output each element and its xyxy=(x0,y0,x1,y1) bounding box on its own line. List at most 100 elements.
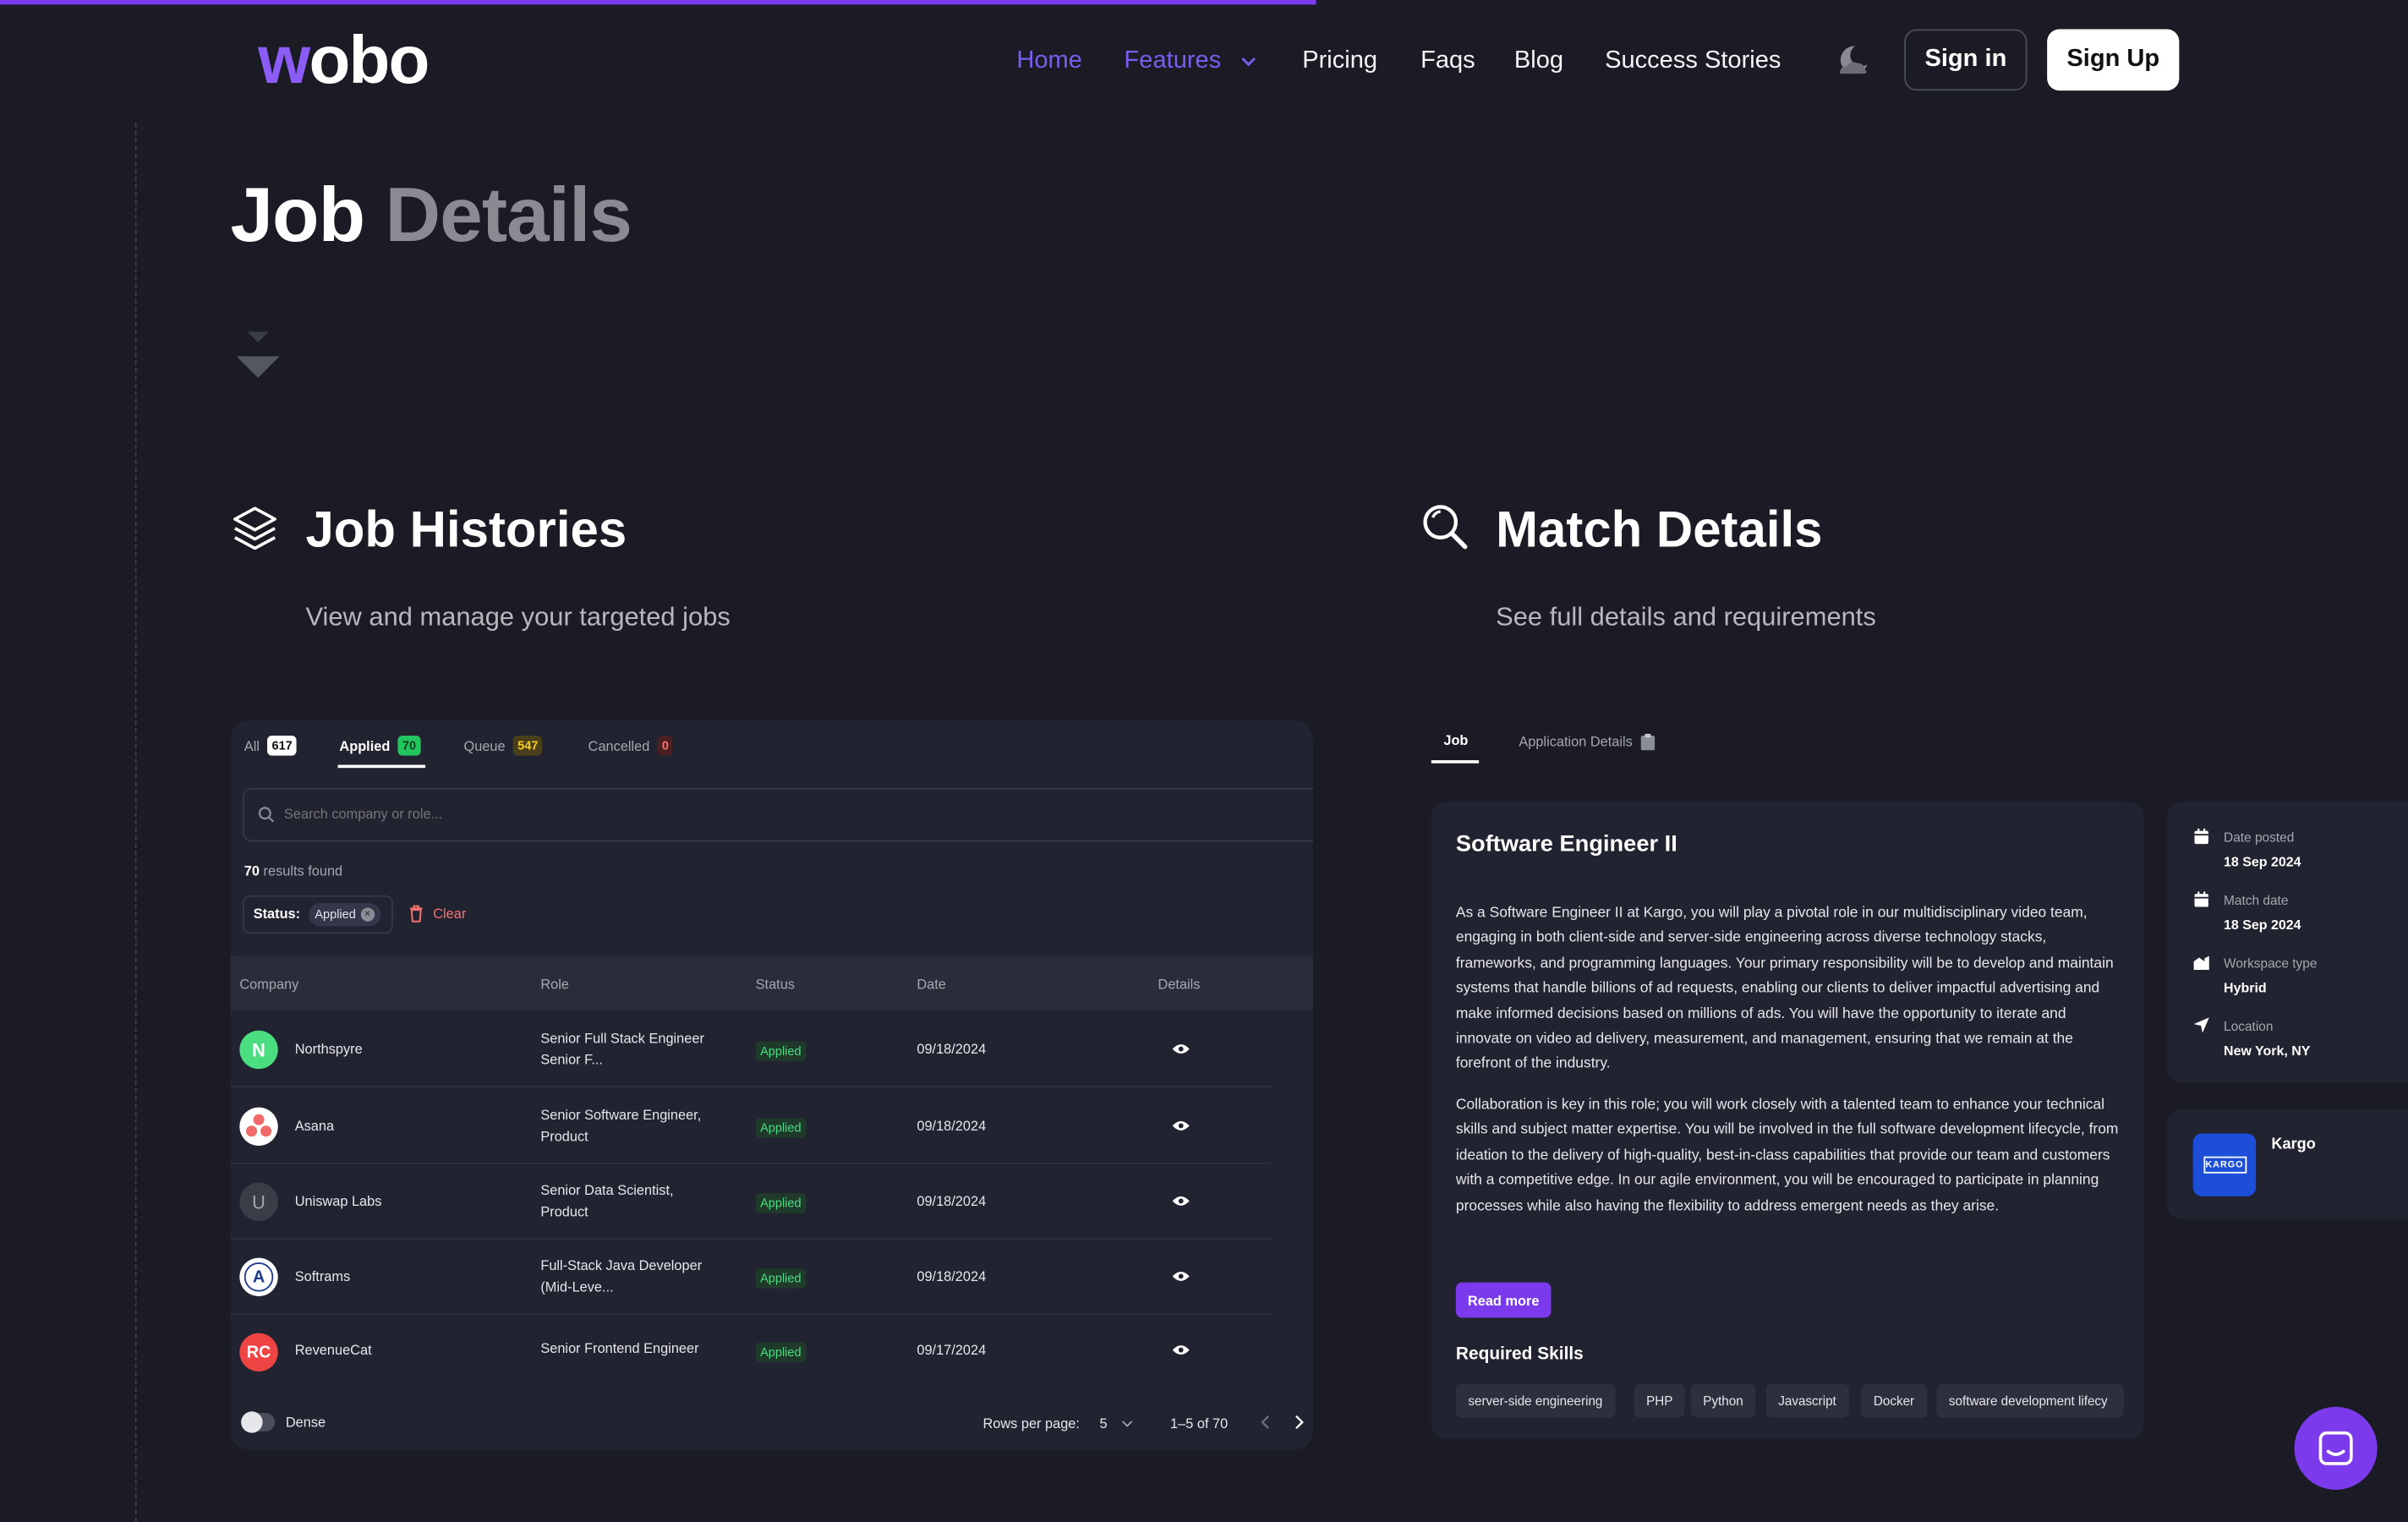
skill-chip: PHP xyxy=(1634,1383,1685,1418)
chevron-down-icon[interactable] xyxy=(1238,52,1259,71)
match-details-title: Match Details xyxy=(1496,501,1823,558)
eye-icon[interactable] xyxy=(1172,1268,1190,1284)
date-text: 09/17/2024 xyxy=(917,1342,987,1358)
kargo-logo: KARGO xyxy=(2192,1133,2257,1196)
column-company[interactable]: Company xyxy=(239,977,298,992)
tab-queue[interactable]: Queue 547 xyxy=(464,736,543,756)
search-input[interactable] xyxy=(284,798,745,829)
status-badge: Applied xyxy=(755,1118,807,1138)
role-line: (Mid-Leve... xyxy=(540,1279,614,1295)
tab-label: Cancelled xyxy=(588,737,650,753)
scroll-down-arrow-icon[interactable] xyxy=(233,329,282,381)
table-row[interactable]: U Uniswap Labs Senior Data Scientist, Pro… xyxy=(230,1164,1272,1240)
asana-dots-icon xyxy=(245,1114,272,1137)
role-line: Senior Software Engineer, xyxy=(540,1107,702,1123)
nav-features[interactable]: Features xyxy=(1125,46,1222,76)
chat-launcher-button[interactable] xyxy=(2294,1406,2378,1490)
role-line: Product xyxy=(540,1204,588,1220)
skill-chip: software development lifecy xyxy=(1936,1383,2124,1418)
column-date[interactable]: Date xyxy=(917,977,946,992)
column-role[interactable]: Role xyxy=(540,977,569,992)
required-skills-title: Required Skills xyxy=(1455,1345,1584,1364)
tab-cancelled[interactable]: Cancelled 0 xyxy=(588,736,674,756)
chevron-right-icon[interactable] xyxy=(1293,1415,1305,1430)
tab-applied[interactable]: Applied 70 xyxy=(339,736,421,756)
location-value: New York, NY xyxy=(2224,1043,2311,1059)
skill-chip: Javascript xyxy=(1765,1383,1849,1418)
job-description-paragraph: As a Software Engineer II at Kargo, you … xyxy=(1455,904,2114,1073)
sign-up-button[interactable]: Sign Up xyxy=(2047,29,2180,91)
rows-per-page-select[interactable]: 5 xyxy=(1099,1416,1107,1432)
results-text: results found xyxy=(263,862,343,879)
tab-all[interactable]: All 617 xyxy=(244,736,298,756)
company-name: Softrams xyxy=(294,1268,351,1284)
job-title: Software Engineer II xyxy=(1455,830,1677,857)
avatar-text: A xyxy=(244,1262,274,1292)
status-badge: Applied xyxy=(755,1342,807,1363)
remove-filter-icon[interactable]: × xyxy=(360,907,375,922)
filter-chip-label: Applied xyxy=(315,907,356,922)
nav-faqs[interactable]: Faqs xyxy=(1420,46,1475,76)
status-badge: Applied xyxy=(755,1268,807,1289)
clipboard-icon xyxy=(1640,733,1656,751)
page-title: Job Details xyxy=(230,169,632,261)
location-label: Location xyxy=(2224,1018,2274,1034)
role-line: Senior Data Scientist, xyxy=(540,1182,674,1198)
nav-pricing[interactable]: Pricing xyxy=(1302,46,1377,76)
chevron-left-icon[interactable] xyxy=(1259,1415,1272,1430)
decorative-guide-line xyxy=(134,123,137,1522)
job-histories-subtitle: View and manage your targeted jobs xyxy=(305,602,731,632)
calendar-icon xyxy=(2194,828,2208,845)
theme-toggle-icon[interactable] xyxy=(1831,40,1874,83)
chevron-down-icon[interactable] xyxy=(1121,1419,1134,1428)
nav-success-stories[interactable]: Success Stories xyxy=(1605,46,1781,76)
date-posted-label: Date posted xyxy=(2224,829,2295,845)
filter-chip-applied[interactable]: Applied × xyxy=(309,903,380,927)
location-arrow-icon xyxy=(2193,1017,2209,1033)
kargo-logo-text: KARGO xyxy=(2203,1156,2247,1174)
tab-label: All xyxy=(244,737,260,753)
wobo-logo[interactable]: wobo xyxy=(258,27,430,96)
logo-mark: w xyxy=(258,23,310,99)
eye-icon[interactable] xyxy=(1172,1118,1190,1133)
tab-label: Applied xyxy=(339,737,391,753)
company-avatar: A xyxy=(239,1257,278,1296)
clear-filter-button[interactable]: Clear xyxy=(433,906,466,922)
table-row[interactable]: N Northspyre Senior Full Stack Engineer S… xyxy=(230,1012,1272,1087)
count-badge: 70 xyxy=(397,736,421,756)
column-status[interactable]: Status xyxy=(756,977,795,992)
eye-icon[interactable] xyxy=(1172,1041,1190,1056)
nav-blog[interactable]: Blog xyxy=(1514,46,1563,76)
tab-label: Queue xyxy=(463,737,506,753)
building-icon xyxy=(2193,955,2209,971)
match-date-value: 18 Sep 2024 xyxy=(2224,917,2301,933)
skill-chip: server-side engineering xyxy=(1455,1383,1615,1418)
table-row[interactable]: RC RevenueCat Senior Frontend Engineer A… xyxy=(230,1315,1271,1390)
table-row[interactable]: A Softrams Full-Stack Java Developer (Mid… xyxy=(230,1240,1272,1315)
job-histories-card: All 617 Applied 70 Queue 547 Cancelled 0 70 … xyxy=(230,720,1313,1450)
results-number: 70 xyxy=(244,862,260,879)
status-badge: Applied xyxy=(755,1193,807,1213)
eye-icon[interactable] xyxy=(1172,1193,1190,1208)
match-details-subtitle: See full details and requirements xyxy=(1496,602,1876,632)
table-row[interactable]: Asana Senior Software Engineer, Product A… xyxy=(230,1089,1272,1164)
role-text: Senior Full Stack Engineer Senior F... xyxy=(540,1027,740,1070)
dense-toggle-knob[interactable] xyxy=(241,1411,263,1433)
match-date-label: Match date xyxy=(2224,892,2289,908)
sign-in-button[interactable]: Sign in xyxy=(1904,29,2028,91)
read-more-button[interactable]: Read more xyxy=(1455,1282,1552,1318)
skill-chip: Docker xyxy=(1861,1383,1927,1418)
tab-job[interactable]: Job xyxy=(1443,732,1468,747)
nav-home[interactable]: Home xyxy=(1016,46,1082,76)
tab-application-details[interactable]: Application Details xyxy=(1519,732,1657,751)
eye-icon[interactable] xyxy=(1172,1342,1190,1357)
tab-label: Application Details xyxy=(1519,734,1633,750)
trash-icon[interactable] xyxy=(408,905,424,923)
company-name: Uniswap Labs xyxy=(294,1193,382,1209)
status-badge: Applied xyxy=(755,1041,807,1062)
page: wobo Home Features Pricing Faqs Blog Suc… xyxy=(0,0,2408,1522)
role-text: Senior Data Scientist, Product xyxy=(540,1180,740,1223)
job-description-paragraph: Collaboration is key in this role; you w… xyxy=(1455,1096,2119,1215)
scroll-progress-bar xyxy=(0,0,1316,5)
company-name: Kargo xyxy=(2271,1136,2316,1154)
